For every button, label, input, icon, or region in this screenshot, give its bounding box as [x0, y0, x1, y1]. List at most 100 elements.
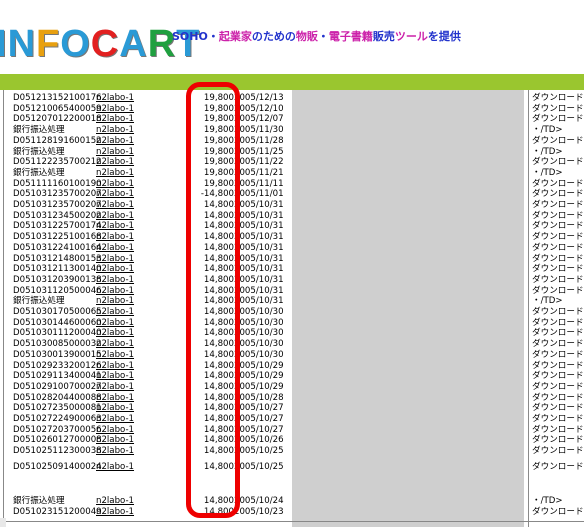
user-link[interactable]: n2labo-1	[96, 93, 134, 103]
download-link[interactable]: ダウンロード	[532, 328, 584, 338]
download-link[interactable]: ダウンロード	[532, 446, 584, 456]
date: 2005/10/26	[234, 435, 284, 446]
download-link[interactable]: ・/TD>	[532, 168, 563, 178]
download-link[interactable]: ダウンロード	[532, 221, 584, 231]
user-link[interactable]: n2labo-1	[96, 507, 134, 517]
download-link[interactable]: ・/TD>	[532, 147, 563, 157]
user-link[interactable]: n2labo-1	[96, 104, 134, 114]
user-link[interactable]: n2labo-1	[96, 414, 134, 424]
download-link[interactable]: ダウンロード	[532, 157, 584, 167]
date: 2005/10/31	[234, 253, 284, 264]
download-link[interactable]: ダウンロード	[532, 371, 584, 381]
horizontal-scrollbar[interactable]	[0, 521, 584, 522]
table-row: D051023151200049 n2labo-1 14,800 2005/10/23…	[0, 507, 584, 517]
user-link[interactable]: n2labo-1	[96, 296, 134, 306]
download-link[interactable]: ダウンロード	[532, 425, 584, 435]
user-link[interactable]: n2labo-1	[96, 243, 134, 253]
date: 2005/10/31	[234, 210, 284, 221]
scroll-left-arrow-icon[interactable]	[0, 518, 6, 527]
user-link[interactable]: n2labo-1	[96, 157, 134, 167]
download-link[interactable]: ・/TD>	[532, 296, 563, 306]
user-link[interactable]: n2labo-1	[96, 254, 134, 264]
download-link[interactable]: ダウンロード	[532, 361, 584, 371]
user-link[interactable]: n2labo-1	[96, 382, 134, 392]
download-link[interactable]: ダウンロード	[532, 275, 584, 285]
download-link[interactable]: ダウンロード	[532, 382, 584, 392]
download-link[interactable]: ダウンロード	[532, 93, 584, 103]
user-link[interactable]: n2labo-1	[96, 125, 134, 135]
download-link[interactable]: ダウンロード	[532, 264, 584, 274]
user-link[interactable]: n2labo-1	[96, 264, 134, 274]
user-link[interactable]: n2labo-1	[96, 496, 134, 506]
download-link[interactable]: ダウンロード	[532, 339, 584, 349]
download-link[interactable]: ダウンロード	[532, 507, 584, 517]
user-link[interactable]: n2labo-1	[96, 371, 134, 381]
user-link[interactable]: n2labo-1	[96, 275, 134, 285]
download-link[interactable]: ダウンロード	[532, 179, 584, 189]
download-link[interactable]: ダウンロード	[532, 254, 584, 264]
user-link[interactable]: n2labo-1	[96, 403, 134, 413]
download-link[interactable]: ・/TD>	[532, 496, 563, 506]
logo-letter: C	[90, 23, 120, 65]
user-link[interactable]: n2labo-1	[96, 200, 134, 210]
user-link[interactable]: n2labo-1	[96, 318, 134, 328]
tagline-part: 電子書籍	[328, 30, 373, 43]
date: 2005/11/21	[234, 167, 284, 178]
table-row: D051031235700207 n2labo-1 14,800 2005/10/31…	[0, 200, 584, 210]
order-id: D051027235000081	[13, 403, 102, 414]
table-row: 銀行振込処理 n2labo-1 19,800 2005/11/21 ・/TD>	[0, 168, 584, 178]
download-link[interactable]: ダウンロード	[532, 403, 584, 413]
download-link[interactable]: ダウンロード	[532, 393, 584, 403]
download-link[interactable]: ダウンロード	[532, 136, 584, 146]
tagline-part: SOHO・	[172, 30, 219, 43]
download-link[interactable]: ダウンロード	[532, 189, 584, 199]
user-link[interactable]: n2labo-1	[96, 435, 134, 445]
user-link[interactable]: n2labo-1	[96, 286, 134, 296]
user-link[interactable]: n2labo-1	[96, 211, 134, 221]
order-id: D051025112300038	[13, 446, 102, 457]
infocart-logo[interactable]: INFOCART	[0, 22, 200, 66]
user-link[interactable]: n2labo-1	[96, 136, 134, 146]
download-link[interactable]: ダウンロード	[532, 286, 584, 296]
table-row: 銀行振込処理 n2labo-1 19,800 2005/11/30 ・/TD>	[0, 125, 584, 135]
user-link[interactable]: n2labo-1	[96, 114, 134, 124]
order-id: D051210065400059	[13, 103, 102, 114]
download-link[interactable]: ダウンロード	[532, 232, 584, 242]
download-link[interactable]: ・/TD>	[532, 125, 563, 135]
user-link[interactable]: n2labo-1	[96, 221, 134, 231]
download-link[interactable]: ダウンロード	[532, 307, 584, 317]
user-link[interactable]: n2labo-1	[96, 232, 134, 242]
user-link[interactable]: n2labo-1	[96, 446, 134, 456]
user-link[interactable]: n2labo-1	[96, 147, 134, 157]
table-row: D051031225100168 n2labo-1 14,800 2005/10/31…	[0, 232, 584, 242]
order-id: D051207012200018	[13, 114, 102, 125]
download-link[interactable]: ダウンロード	[532, 104, 584, 114]
user-link[interactable]: n2labo-1	[96, 307, 134, 317]
user-link[interactable]: n2labo-1	[96, 462, 134, 472]
date: 2005/10/29	[234, 371, 284, 382]
download-link[interactable]: ダウンロード	[532, 435, 584, 445]
download-link[interactable]: ダウンロード	[532, 414, 584, 424]
download-link[interactable]: ダウンロード	[532, 200, 584, 210]
nav-bar	[0, 74, 584, 90]
table-row: D051025091400024 n2labo-1 14,800 2005/10/25…	[0, 462, 584, 472]
user-link[interactable]: n2labo-1	[96, 179, 134, 189]
order-id: D051122235700212	[13, 157, 102, 168]
user-link[interactable]: n2labo-1	[96, 328, 134, 338]
user-link[interactable]: n2labo-1	[96, 339, 134, 349]
download-link[interactable]: ダウンロード	[532, 318, 584, 328]
user-link[interactable]: n2labo-1	[96, 168, 134, 178]
download-link[interactable]: ダウンロード	[532, 350, 584, 360]
user-link[interactable]: n2labo-1	[96, 425, 134, 435]
logo-letter: F	[36, 23, 61, 65]
download-link[interactable]: ダウンロード	[532, 462, 584, 472]
user-link[interactable]: n2labo-1	[96, 189, 134, 199]
user-link[interactable]: n2labo-1	[96, 393, 134, 403]
user-link[interactable]: n2labo-1	[96, 361, 134, 371]
download-link[interactable]: ダウンロード	[532, 211, 584, 221]
table-row: 銀行振込処理 n2labo-1 19,800 2005/11/25 ・/TD>	[0, 147, 584, 157]
download-link[interactable]: ダウンロード	[532, 243, 584, 253]
user-link[interactable]: n2labo-1	[96, 350, 134, 360]
download-link[interactable]: ダウンロード	[532, 114, 584, 124]
table-row: D051029113400041 n2labo-1 14,800 2005/10/29…	[0, 371, 584, 381]
